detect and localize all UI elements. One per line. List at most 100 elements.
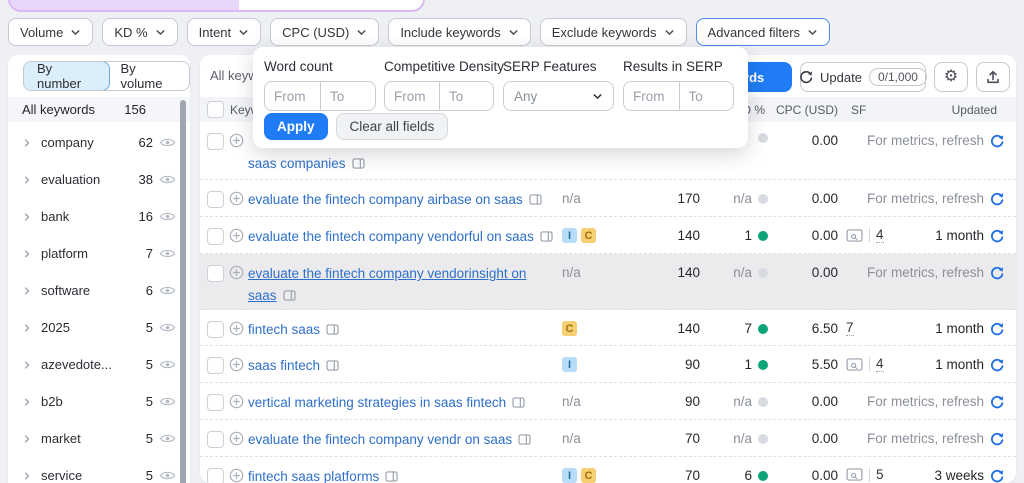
sf-count[interactable]: 7	[846, 320, 854, 336]
competitive-density-from-input[interactable]	[385, 82, 439, 110]
serp-doc-icon[interactable]	[326, 320, 339, 342]
keyword-link[interactable]: evaluate the fintech company vendorinsig…	[248, 266, 526, 281]
settings-button[interactable]: ⚙	[934, 62, 968, 92]
toggle-by-number[interactable]: By number	[23, 61, 110, 91]
table-row[interactable]: fintech saas platformsIC7060.0053 weeks	[200, 457, 1016, 483]
add-keyword-icon[interactable]	[229, 191, 244, 206]
select-all-checkbox[interactable]	[207, 101, 224, 118]
table-row[interactable]: vertical marketing strategies in saas fi…	[200, 383, 1016, 420]
keyword-link[interactable]: saas companies	[248, 156, 346, 171]
add-keyword-icon[interactable]	[229, 468, 244, 483]
table-row[interactable]: evaluate the fintech company vendorinsig…	[200, 254, 1016, 310]
row-checkbox[interactable]	[207, 431, 224, 448]
serp-doc-icon[interactable]	[518, 430, 531, 452]
word-count-from-input[interactable]	[265, 82, 320, 110]
add-keyword-icon[interactable]	[229, 321, 244, 336]
add-keyword-icon[interactable]	[229, 431, 244, 446]
toggle-by-volume[interactable]: By volume	[109, 62, 189, 90]
keyword-link[interactable]: fintech saas	[248, 322, 320, 337]
sidebar-group-row[interactable]: company62	[8, 124, 190, 161]
add-keyword-icon[interactable]	[229, 133, 244, 148]
sidebar-scrollbar[interactable]	[180, 100, 186, 483]
sidebar-item-all-keywords[interactable]: All keywords 156	[8, 97, 190, 122]
serp-features-select[interactable]: Any	[503, 81, 614, 111]
serp-doc-icon[interactable]	[385, 467, 398, 483]
sidebar-group-row[interactable]: software6	[8, 272, 190, 309]
eye-icon[interactable]	[159, 433, 176, 444]
add-keyword-icon[interactable]	[229, 228, 244, 243]
sidebar-group-row[interactable]: market5	[8, 420, 190, 457]
table-row[interactable]: evaluate the fintech company vendorful o…	[200, 217, 1016, 254]
add-keyword-icon[interactable]	[229, 394, 244, 409]
keyword-link[interactable]: saas	[248, 288, 277, 303]
col-cpc[interactable]: CPC (USD)	[768, 103, 838, 117]
filter-chip-advanced-filters[interactable]: Advanced filters	[696, 18, 831, 46]
sidebar-group-row[interactable]: 20255	[8, 309, 190, 346]
keyword-link[interactable]: evaluate the fintech company vendr on sa…	[248, 432, 512, 447]
table-row[interactable]: fintech saasC14076.5071 month	[200, 310, 1016, 346]
clear-all-fields-button[interactable]: Clear all fields	[336, 113, 449, 140]
keyword-link[interactable]: fintech saas platforms	[248, 469, 379, 483]
table-row[interactable]: saas fintechI9015.5041 month	[200, 346, 1016, 383]
serp-doc-icon[interactable]	[283, 286, 296, 308]
refresh-metrics-icon[interactable]	[990, 469, 1004, 483]
keyword-link[interactable]: evaluate the fintech company vendorful o…	[248, 229, 534, 244]
serp-doc-icon[interactable]	[540, 227, 553, 249]
row-checkbox[interactable]	[207, 468, 224, 483]
search-bar-remnant[interactable]	[8, 0, 425, 12]
refresh-metrics-icon[interactable]	[990, 266, 1004, 280]
add-keyword-icon[interactable]	[229, 357, 244, 372]
eye-icon[interactable]	[159, 137, 176, 148]
table-row[interactable]: evaluate the fintech company airbase on …	[200, 180, 1016, 217]
update-button[interactable]: Update 0/1,000	[800, 62, 926, 92]
row-checkbox[interactable]	[207, 357, 224, 374]
serp-doc-icon[interactable]	[512, 393, 525, 415]
sidebar-group-row[interactable]: b2b5	[8, 383, 190, 420]
sidebar-group-row[interactable]: evaluation38	[8, 161, 190, 198]
serp-doc-icon[interactable]	[326, 356, 339, 378]
eye-icon[interactable]	[159, 248, 176, 259]
eye-icon[interactable]	[159, 211, 176, 222]
serp-doc-icon[interactable]	[352, 154, 365, 176]
table-row[interactable]: evaluate the fintech company vendr on sa…	[200, 420, 1016, 457]
eye-icon[interactable]	[159, 322, 176, 333]
sidebar-group-row[interactable]: service5	[8, 457, 190, 483]
filter-chip-exclude-keywords[interactable]: Exclude keywords	[540, 18, 687, 46]
word-count-to-input[interactable]	[320, 82, 375, 110]
row-checkbox[interactable]	[207, 133, 224, 150]
filter-chip-include-keywords[interactable]: Include keywords	[388, 18, 530, 46]
results-in-serp-to-input[interactable]	[679, 82, 734, 110]
export-button[interactable]	[976, 62, 1010, 92]
filter-chip-cpc-usd-[interactable]: CPC (USD)	[270, 18, 379, 46]
keyword-link[interactable]: saas fintech	[248, 358, 320, 373]
keyword-link[interactable]: evaluate the fintech company airbase on …	[248, 192, 523, 207]
keyword-link[interactable]: vertical marketing strategies in saas fi…	[248, 395, 506, 410]
add-keyword-icon[interactable]	[229, 265, 244, 280]
row-checkbox[interactable]	[207, 265, 224, 282]
apply-button[interactable]: Apply	[264, 113, 328, 140]
refresh-metrics-icon[interactable]	[990, 358, 1004, 372]
sidebar-group-row[interactable]: azevedote...5	[8, 346, 190, 383]
refresh-metrics-icon[interactable]	[990, 134, 1004, 148]
row-checkbox[interactable]	[207, 191, 224, 208]
refresh-metrics-icon[interactable]	[990, 432, 1004, 446]
sidebar-group-row[interactable]: platform7	[8, 235, 190, 272]
competitive-density-to-input[interactable]	[439, 82, 493, 110]
serp-doc-icon[interactable]	[529, 190, 542, 212]
filter-chip-kd-[interactable]: KD %	[102, 18, 177, 46]
eye-icon[interactable]	[159, 470, 176, 481]
sidebar-group-row[interactable]: bank16	[8, 198, 190, 235]
refresh-metrics-icon[interactable]	[990, 192, 1004, 206]
filter-chip-intent[interactable]: Intent	[187, 18, 262, 46]
eye-icon[interactable]	[159, 396, 176, 407]
refresh-metrics-icon[interactable]	[990, 322, 1004, 336]
refresh-metrics-icon[interactable]	[990, 395, 1004, 409]
refresh-metrics-icon[interactable]	[990, 229, 1004, 243]
row-checkbox[interactable]	[207, 321, 224, 338]
row-checkbox[interactable]	[207, 228, 224, 245]
eye-icon[interactable]	[159, 359, 176, 370]
results-in-serp-from-input[interactable]	[624, 82, 679, 110]
filter-chip-volume[interactable]: Volume	[8, 18, 93, 46]
row-checkbox[interactable]	[207, 394, 224, 411]
eye-icon[interactable]	[159, 285, 176, 296]
